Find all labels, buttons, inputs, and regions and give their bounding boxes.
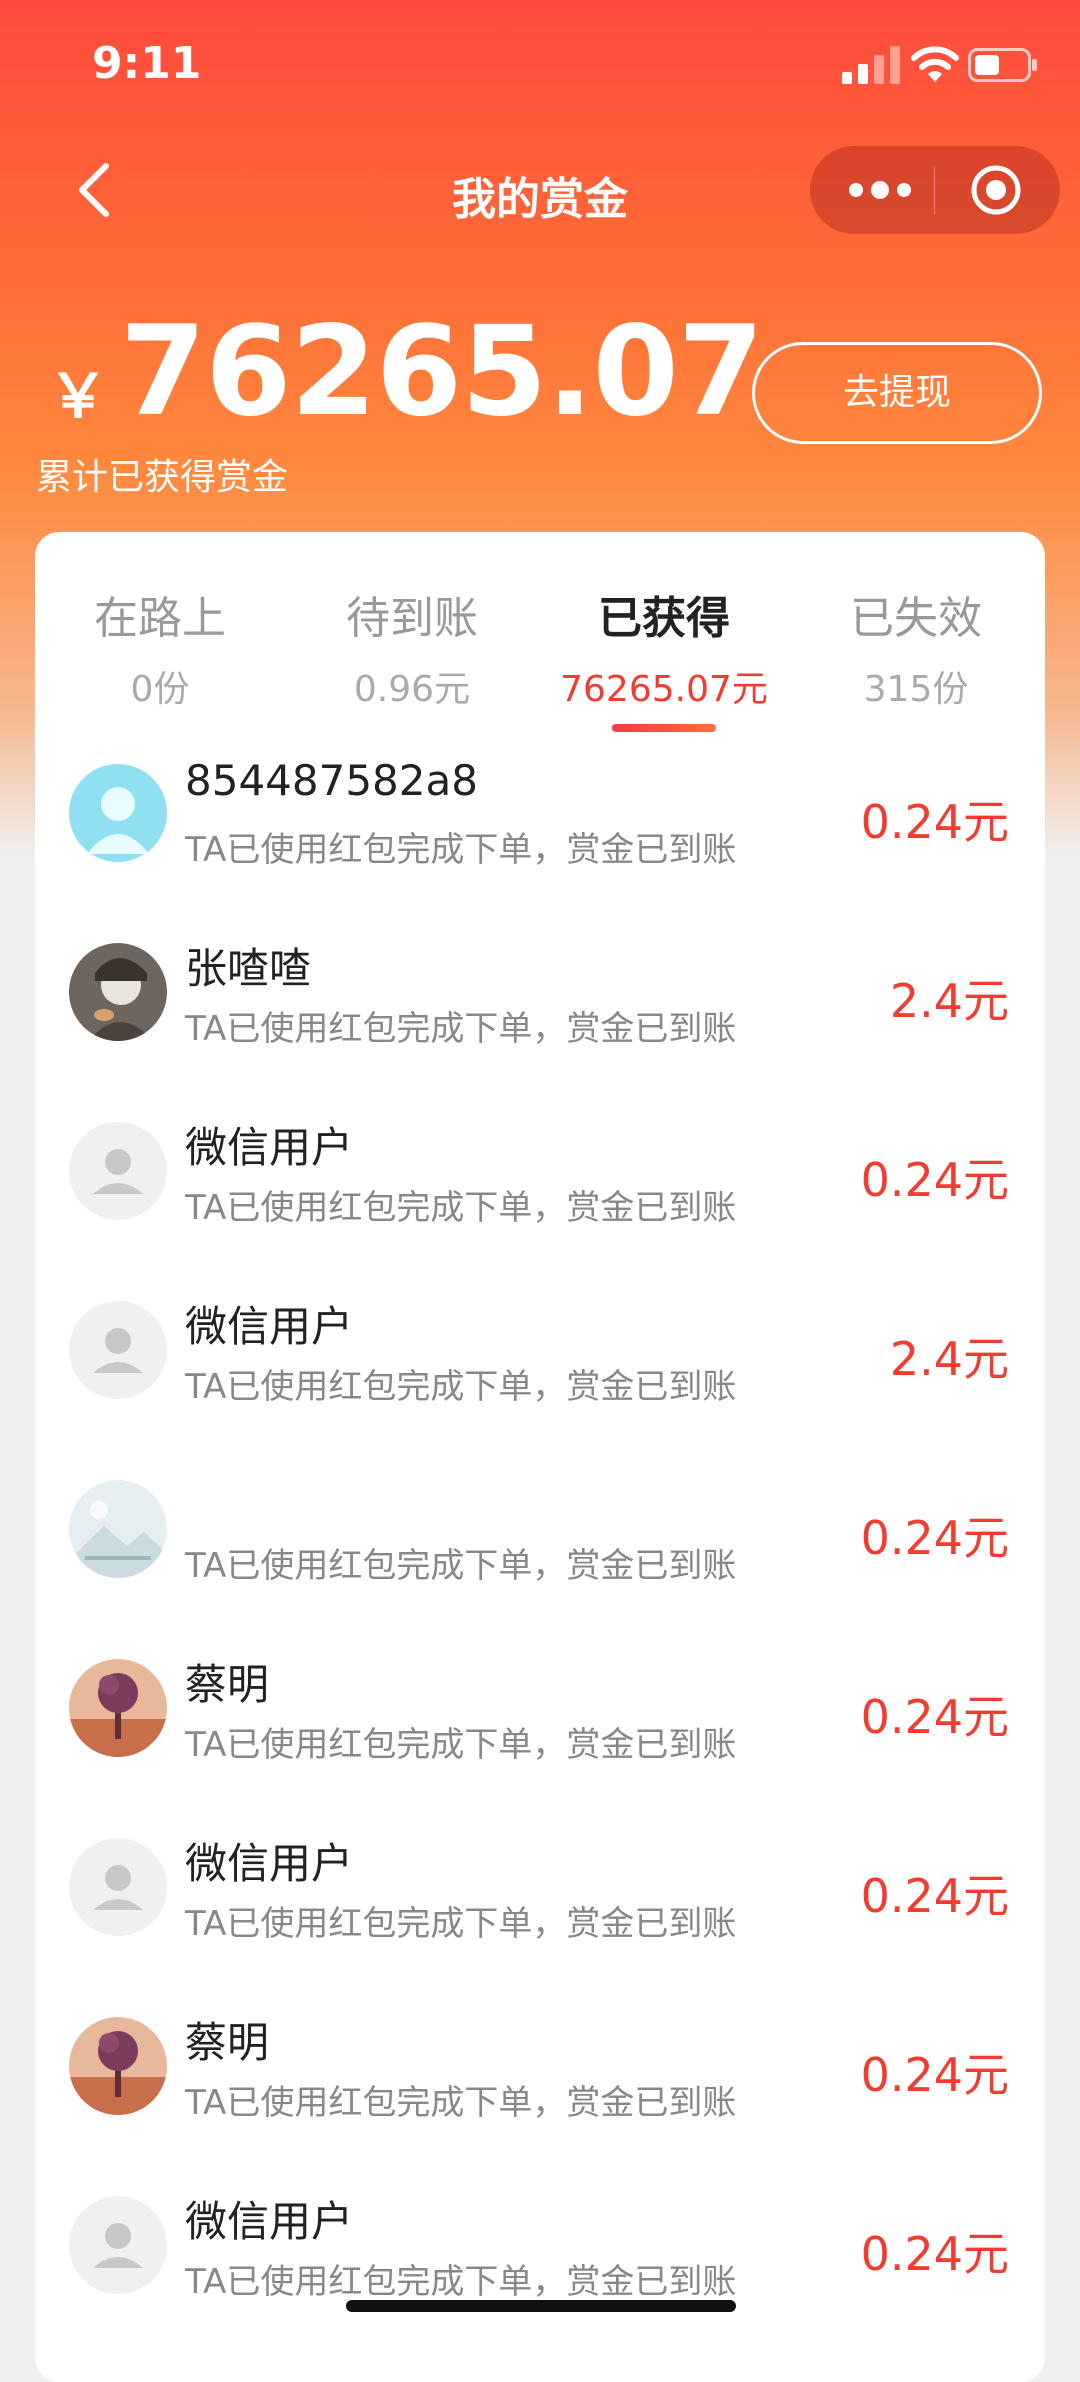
battery-icon — [968, 48, 1037, 82]
total-amount-label: 累计已获得赏金 — [36, 457, 289, 498]
tab-label: 在路上 — [94, 593, 226, 644]
list-item[interactable]: 微信用户 TA已使用红包完成下单，赏金已到账 0.24元 — [35, 2164, 1045, 2343]
record-desc: TA已使用红包完成下单，赏金已到账 — [185, 1725, 737, 1765]
list-item[interactable]: TA已使用红包完成下单，赏金已到账 0.24元 — [35, 1448, 1045, 1627]
total-amount-value: 76265.07 — [120, 300, 764, 444]
list-item[interactable]: 张喳喳 TA已使用红包完成下单，赏金已到账 2.4元 — [35, 911, 1045, 1090]
record-amount: 0.24元 — [860, 1511, 1009, 1565]
bounty-card: 在路上 0份 待到账 0.96元 已获得 76265.07元 已失效 315份 — [35, 532, 1045, 2382]
record-amount: 0.24元 — [860, 1153, 1009, 1207]
record-desc: TA已使用红包完成下单，赏金已到账 — [185, 1367, 737, 1407]
record-amount: 0.24元 — [860, 1869, 1009, 1923]
currency-symbol: ￥ — [48, 362, 108, 432]
status-time: 9:11 — [92, 38, 202, 89]
record-amount: 2.4元 — [889, 1332, 1009, 1386]
avatar — [69, 2017, 167, 2115]
tab-earned[interactable]: 已获得 76265.07元 — [539, 582, 789, 732]
record-desc: TA已使用红包完成下单，赏金已到账 — [185, 830, 737, 870]
tab-count: 76265.07元 — [560, 669, 768, 710]
close-miniprogram-icon[interactable] — [970, 164, 1022, 216]
user-name: 微信用户 — [185, 2197, 354, 2246]
record-desc: TA已使用红包完成下单，赏金已到账 — [185, 1009, 737, 1049]
tab-on-the-way[interactable]: 在路上 0份 — [35, 582, 285, 712]
user-name: 微信用户 — [185, 1839, 354, 1888]
tab-pending[interactable]: 待到账 0.96元 — [287, 582, 537, 712]
tab-count: 0份 — [130, 669, 190, 710]
list-item[interactable]: 微信用户 TA已使用红包完成下单，赏金已到账 2.4元 — [35, 1269, 1045, 1448]
avatar — [69, 2196, 167, 2294]
wifi-icon — [911, 46, 959, 82]
tab-count: 0.96元 — [353, 669, 471, 710]
record-amount: 0.24元 — [860, 1690, 1009, 1744]
user-name: 854487582a8 — [185, 756, 478, 805]
withdraw-button[interactable]: 去提现 — [752, 342, 1042, 444]
avatar — [69, 1480, 167, 1578]
tab-label: 已失效 — [850, 593, 982, 644]
user-name: 张喳喳 — [185, 944, 312, 993]
record-amount: 2.4元 — [889, 974, 1009, 1028]
list-item[interactable]: 微信用户 TA已使用红包完成下单，赏金已到账 0.24元 — [35, 1806, 1045, 1985]
home-indicator[interactable] — [346, 2300, 736, 2312]
avatar — [69, 1659, 167, 1757]
record-desc: TA已使用红包完成下单，赏金已到账 — [185, 2262, 737, 2302]
record-desc: TA已使用红包完成下单，赏金已到账 — [185, 1904, 737, 1944]
avatar — [69, 764, 167, 862]
tab-label: 待到账 — [346, 593, 478, 644]
avatar — [69, 1301, 167, 1399]
list-item[interactable]: 854487582a8 TA已使用红包完成下单，赏金已到账 0.24元 — [35, 732, 1045, 911]
tab-underline — [612, 724, 716, 732]
record-amount: 0.24元 — [860, 795, 1009, 849]
record-desc: TA已使用红包完成下单，赏金已到账 — [185, 2083, 737, 2123]
cellular-signal-icon — [842, 46, 900, 84]
list-item[interactable]: 蔡明 TA已使用红包完成下单，赏金已到账 0.24元 — [35, 1627, 1045, 1806]
record-desc: TA已使用红包完成下单，赏金已到账 — [185, 1188, 737, 1228]
more-icon[interactable] — [840, 168, 920, 212]
status-tabs: 在路上 0份 待到账 0.96元 已获得 76265.07元 已失效 315份 — [35, 532, 1045, 732]
avatar — [69, 1122, 167, 1220]
user-name: 蔡明 — [185, 1660, 270, 1709]
avatar — [69, 943, 167, 1041]
total-amount: ￥76265.07 — [48, 300, 764, 444]
status-bar: 9:11 — [0, 0, 1080, 130]
tab-count: 315份 — [863, 669, 969, 710]
mini-program-capsule — [810, 146, 1060, 234]
user-name: 蔡明 — [185, 2018, 270, 2067]
avatar — [69, 1838, 167, 1936]
list-item[interactable]: 蔡明 TA已使用红包完成下单，赏金已到账 0.24元 — [35, 1985, 1045, 2164]
list-item[interactable]: 微信用户 TA已使用红包完成下单，赏金已到账 0.24元 — [35, 1090, 1045, 1269]
user-name: 微信用户 — [185, 1123, 354, 1172]
bounty-list: 854487582a8 TA已使用红包完成下单，赏金已到账 0.24元 张喳喳 … — [35, 732, 1045, 2343]
record-amount: 0.24元 — [860, 2048, 1009, 2102]
capsule-divider — [934, 166, 935, 214]
tab-label: 已获得 — [598, 593, 730, 644]
tab-expired[interactable]: 已失效 315份 — [791, 582, 1041, 712]
record-desc: TA已使用红包完成下单，赏金已到账 — [185, 1546, 737, 1586]
user-name: 微信用户 — [185, 1302, 354, 1351]
record-amount: 0.24元 — [860, 2227, 1009, 2281]
